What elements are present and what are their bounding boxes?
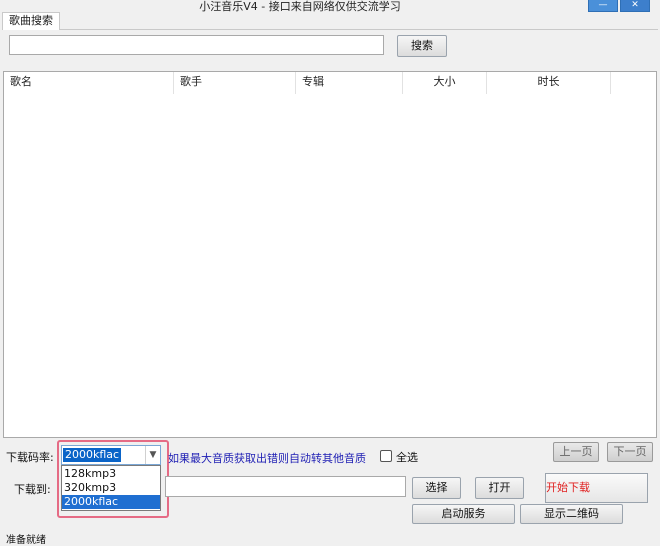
- close-icon: ✕: [631, 0, 639, 10]
- column-header-duration[interactable]: 时长: [487, 72, 611, 94]
- save-to-label: 下载到:: [14, 483, 51, 496]
- choose-folder-button[interactable]: 选择: [412, 477, 461, 499]
- column-header-artist[interactable]: 歌手: [174, 72, 296, 94]
- window-title: 小汪音乐V4 - 接口来自网络仅供交流学习: [199, 0, 401, 13]
- show-qrcode-button[interactable]: 显示二维码: [520, 504, 623, 524]
- select-all-checkbox[interactable]: [380, 450, 392, 462]
- tab-song-search[interactable]: 歌曲搜索: [2, 12, 60, 30]
- close-button[interactable]: ✕: [620, 0, 650, 12]
- select-all-label[interactable]: 全选: [396, 449, 418, 465]
- bitrate-option-128kmp3[interactable]: 128kmp3: [62, 467, 160, 481]
- start-download-button[interactable]: 开始下载: [545, 473, 648, 503]
- next-page-button[interactable]: 下一页: [607, 442, 653, 462]
- results-list[interactable]: [3, 71, 657, 438]
- open-folder-button[interactable]: 打开: [475, 477, 524, 499]
- bitrate-option-320kmp3[interactable]: 320kmp3: [62, 481, 160, 495]
- search-button[interactable]: 搜索: [397, 35, 447, 57]
- bitrate-selected-value[interactable]: 2000kflac: [63, 448, 122, 462]
- column-header-album[interactable]: 专辑: [296, 72, 403, 94]
- bitrate-label: 下载码率:: [6, 451, 54, 464]
- start-service-button[interactable]: 启动服务: [412, 504, 515, 524]
- search-input[interactable]: [9, 35, 384, 55]
- minimize-button[interactable]: —: [588, 0, 618, 12]
- minimize-icon: —: [598, 0, 608, 10]
- prev-page-button[interactable]: 上一页: [553, 442, 599, 462]
- status-text: 准备就绪: [6, 535, 46, 546]
- bitrate-option-2000kflac[interactable]: 2000kflac: [62, 495, 160, 509]
- chevron-down-icon[interactable]: ▼: [145, 446, 160, 464]
- save-path-input[interactable]: [165, 476, 406, 497]
- quality-hint: 如果最大音质获取出错则自动转其他音质: [168, 452, 366, 465]
- column-header-size[interactable]: 大小: [403, 72, 487, 94]
- column-header-title[interactable]: 歌名: [4, 72, 174, 94]
